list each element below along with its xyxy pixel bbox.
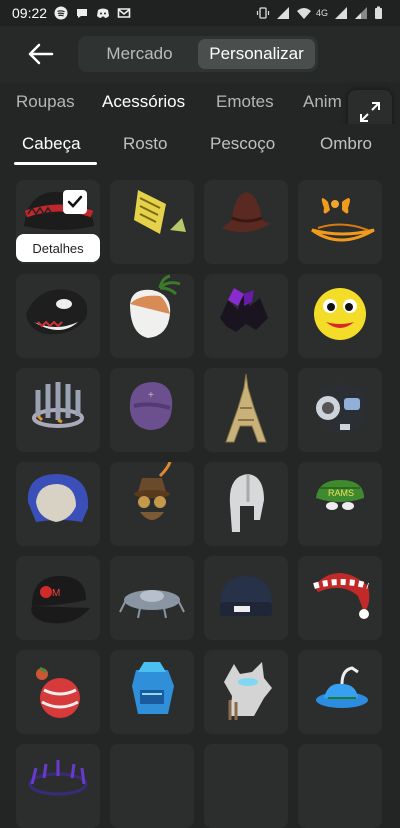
navy-beanie-icon bbox=[220, 576, 272, 616]
network-type: 4G bbox=[315, 8, 328, 18]
item-tile[interactable] bbox=[16, 368, 100, 452]
item-tile[interactable] bbox=[110, 744, 194, 828]
empty-slot-icon bbox=[298, 744, 382, 828]
item-tile[interactable] bbox=[204, 274, 288, 358]
chat-bubble-icon bbox=[75, 6, 89, 20]
item-tile[interactable] bbox=[298, 556, 382, 640]
blue-hood-icon bbox=[27, 474, 89, 522]
mode-switcher: Mercado Personalizar bbox=[78, 36, 318, 72]
wifi-icon bbox=[296, 6, 311, 20]
status-bar: 09:22 4G bbox=[0, 0, 400, 26]
spotify-icon bbox=[54, 6, 68, 20]
black-cap-icon: M bbox=[31, 576, 90, 624]
item-tile[interactable]: RAMS bbox=[298, 462, 382, 546]
tab-personalizar[interactable]: Personalizar bbox=[198, 39, 315, 69]
blue-bird-hat-icon bbox=[316, 666, 368, 708]
back-button[interactable] bbox=[26, 40, 56, 68]
item-tile[interactable]: M bbox=[16, 556, 100, 640]
green-cap-icon: RAMS bbox=[316, 480, 364, 510]
category-roupas[interactable]: Roupas bbox=[16, 92, 75, 112]
item-tile[interactable] bbox=[16, 274, 100, 358]
eiffel-tower-icon bbox=[225, 373, 267, 443]
purple-halo-icon bbox=[28, 760, 88, 796]
tab-mercado[interactable]: Mercado bbox=[81, 39, 198, 69]
vibrate-icon bbox=[256, 6, 270, 20]
item-tile[interactable] bbox=[110, 650, 194, 734]
item-tile[interactable] bbox=[204, 462, 288, 546]
item-tile[interactable] bbox=[298, 180, 382, 264]
category-emotes[interactable]: Emotes bbox=[216, 92, 274, 112]
empty-slot-icon bbox=[110, 744, 194, 828]
santa-hat-icon bbox=[313, 573, 370, 619]
cowboy-hat-icon bbox=[222, 192, 270, 233]
candy-ornament-icon bbox=[36, 666, 80, 718]
subcategory-ombro[interactable]: Ombro bbox=[320, 134, 372, 154]
top-bar: Mercado Personalizar bbox=[0, 26, 400, 82]
item-tile[interactable] bbox=[204, 744, 288, 828]
signal-icon bbox=[334, 6, 348, 20]
checkmark-icon bbox=[67, 195, 83, 208]
item-tile[interactable] bbox=[204, 650, 288, 734]
knight-helmet-icon bbox=[229, 474, 264, 532]
category-tabs: Roupas Acessórios Emotes Anim bbox=[0, 82, 400, 122]
coconut-hat-icon bbox=[130, 274, 181, 338]
orange-bow-hat-icon bbox=[311, 198, 375, 242]
subcategory-rosto[interactable]: Rosto bbox=[123, 134, 167, 154]
purple-bow-ears-icon bbox=[220, 288, 268, 332]
yellow-arrow-hat-icon bbox=[134, 190, 186, 234]
battery-icon bbox=[374, 6, 388, 20]
item-tile[interactable]: + bbox=[110, 368, 194, 452]
category-animacoes[interactable]: Anim bbox=[303, 92, 342, 112]
details-button[interactable]: Detalhes bbox=[16, 234, 100, 262]
blue-crystal-head-icon bbox=[132, 662, 174, 714]
item-tile[interactable] bbox=[204, 556, 288, 640]
signal-icon bbox=[276, 6, 290, 20]
svg-text:M: M bbox=[52, 588, 60, 599]
gmail-icon bbox=[117, 6, 131, 20]
item-tile[interactable] bbox=[16, 650, 100, 734]
item-tile[interactable] bbox=[298, 274, 382, 358]
item-tile[interactable] bbox=[204, 180, 288, 264]
subcategory-tabs: Cabeça Rosto Pescoço Ombro bbox=[0, 124, 400, 168]
empty-slot-icon bbox=[204, 744, 288, 828]
item-grid: + RAMS M bbox=[0, 168, 400, 828]
expand-icon bbox=[360, 102, 380, 122]
yellow-smiley-head-icon bbox=[314, 288, 366, 340]
item-tile[interactable] bbox=[110, 274, 194, 358]
purple-hood-icon: + bbox=[129, 382, 173, 430]
subcategory-pescoco[interactable]: Pescoço bbox=[210, 134, 275, 154]
svg-text:RAMS: RAMS bbox=[328, 488, 354, 498]
discord-icon bbox=[96, 6, 110, 20]
item-tile[interactable] bbox=[16, 744, 100, 828]
item-tile[interactable] bbox=[110, 180, 194, 264]
active-tab-underline bbox=[14, 162, 97, 165]
svg-text:+: + bbox=[148, 390, 154, 401]
robot-head-icon bbox=[316, 382, 367, 434]
steampunk-goggles-icon bbox=[134, 462, 172, 520]
subcategory-cabeca[interactable]: Cabeça bbox=[22, 134, 81, 154]
orca-hat-icon bbox=[26, 289, 88, 335]
back-arrow-icon bbox=[28, 43, 54, 65]
wolf-hood-icon bbox=[224, 662, 272, 720]
item-tile[interactable] bbox=[16, 462, 100, 546]
item-tile[interactable] bbox=[298, 368, 382, 452]
item-tile[interactable] bbox=[204, 368, 288, 452]
item-tile[interactable] bbox=[298, 744, 382, 828]
ufo-halo-icon bbox=[119, 590, 185, 619]
status-time: 09:22 bbox=[12, 5, 48, 21]
spiked-crown-icon bbox=[32, 382, 84, 428]
item-tile[interactable] bbox=[110, 556, 194, 640]
category-acessorios[interactable]: Acessórios bbox=[102, 92, 185, 112]
item-tile[interactable] bbox=[298, 650, 382, 734]
equipped-checkbox[interactable] bbox=[63, 190, 87, 214]
item-tile[interactable] bbox=[110, 462, 194, 546]
signal-icon bbox=[354, 6, 368, 20]
